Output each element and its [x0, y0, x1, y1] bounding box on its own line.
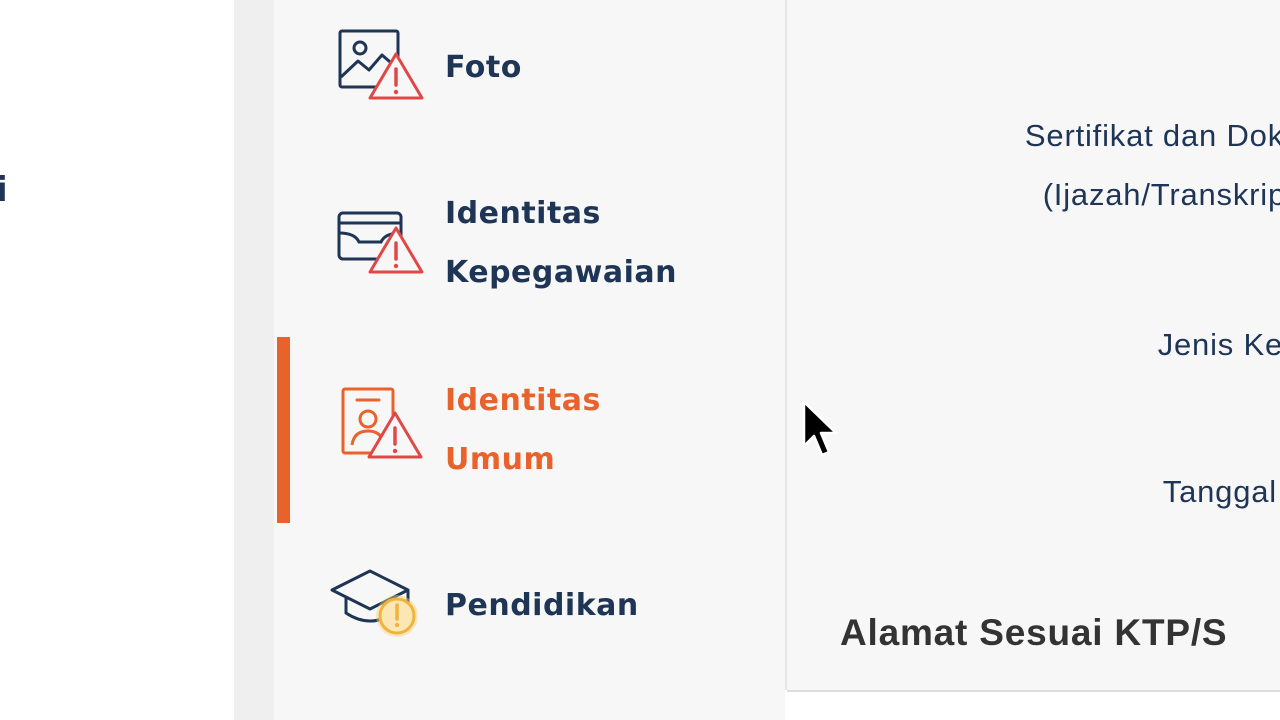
- sidebar-item-label: Umum: [445, 442, 556, 477]
- sidebar-item-foto[interactable]: Foto: [274, 20, 785, 120]
- section-heading-alamat: Alamat Sesuai KTP/S: [840, 612, 1228, 653]
- sidebar-item-label: Identitas: [445, 383, 601, 418]
- main-bottom: [787, 692, 1280, 720]
- sidebar-item-pendidikan[interactable]: Pendidikan: [274, 555, 785, 665]
- sidebar-item-label: Identitas: [445, 196, 601, 231]
- id-card-warning-icon: [339, 383, 429, 469]
- field-label-sertifikat-sub: (Ijazah/Transkrip: [1042, 177, 1280, 212]
- sidebar-item-label: Kepegawaian: [445, 255, 677, 290]
- sidebar: Foto Identitas Kepegawaian Identitas Umu…: [274, 0, 785, 720]
- field-label-tanggal: Tanggal: [1162, 474, 1277, 509]
- sidebar-item-identitas-umum[interactable]: Identitas Umum: [274, 365, 785, 495]
- image-warning-icon: [336, 28, 426, 108]
- sidebar-item-label: Pendidikan: [445, 588, 639, 623]
- mouse-cursor-icon: [802, 400, 838, 457]
- field-label-jenis: Jenis Ke: [1157, 327, 1280, 362]
- left-panel: i: [0, 0, 234, 720]
- wallet-warning-icon: [335, 206, 425, 282]
- field-label-sertifikat: Sertifikat dan Dok: [1024, 118, 1280, 153]
- left-panel-text: i: [0, 170, 8, 210]
- graduation-cap-pending-icon: [328, 563, 428, 647]
- sidebar-item-identitas-kepegawaian[interactable]: Identitas Kepegawaian: [274, 180, 785, 310]
- gutter: [234, 0, 274, 720]
- active-indicator: [277, 337, 290, 523]
- sidebar-item-label: Foto: [445, 50, 522, 85]
